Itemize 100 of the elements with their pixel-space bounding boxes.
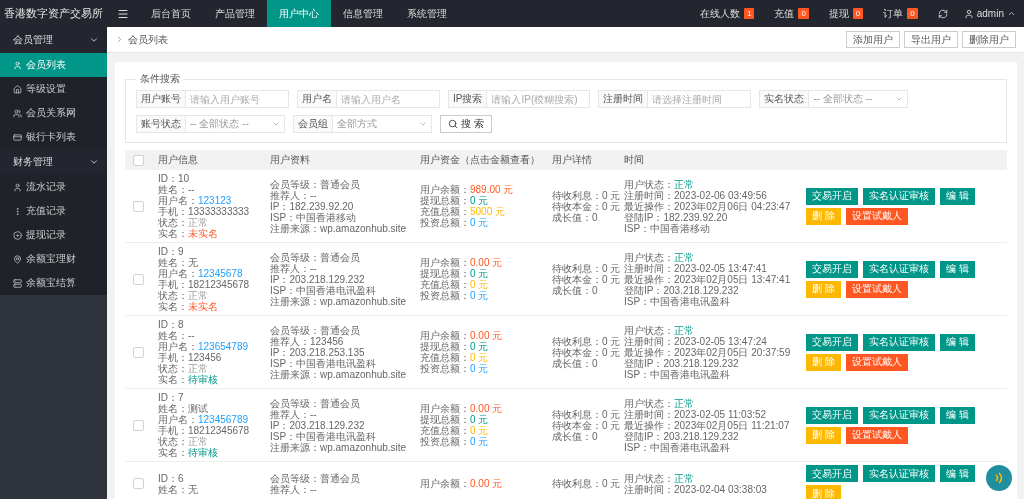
table-cell: IP：203.218.129.232 [270, 419, 365, 431]
table-cell[interactable]: 用户名：123456789 [158, 414, 249, 425]
checkbox[interactable] [133, 419, 144, 431]
column-header: 用户信息 [157, 153, 199, 167]
table-cell: 会员等级：普通会员 [270, 397, 360, 409]
sidebar-group[interactable]: 会员管理 [0, 27, 107, 53]
stat-label[interactable]: 充值 [774, 6, 795, 21]
table-cell: 待收利息：0 元 [552, 335, 621, 347]
table-cell: 登陆IP：203.218.129.232 [624, 430, 739, 442]
table-cell: 用户状态：正常 [624, 178, 694, 190]
table-cell: 姓名：-- [158, 184, 195, 195]
checkbox[interactable] [133, 273, 144, 285]
field-label: 用户账号 [136, 90, 185, 108]
table-cell: 提现总额：0 元 [420, 414, 489, 425]
action-button[interactable]: 设置试戴人 [845, 280, 908, 298]
input-field[interactable]: 请输入用户名 [336, 90, 440, 108]
table-cell: ISP：中国香港电讯盈科 [624, 368, 731, 380]
action-button[interactable]: 编 辑 [940, 187, 975, 205]
caret-icon [272, 120, 280, 128]
caret-icon [419, 120, 427, 128]
action-button[interactable]: 编 辑 [940, 260, 975, 278]
table-cell[interactable]: 用户名：12345678 [158, 268, 243, 279]
refresh-icon[interactable] [937, 8, 948, 19]
table-cell: 注册时间：2023-02-05 13:47:41 [624, 262, 767, 274]
action-button[interactable]: 设置试戴人 [845, 426, 908, 444]
nav-tab[interactable]: 信息管理 [331, 0, 395, 27]
column-header: 用户资料 [269, 153, 311, 167]
checkbox[interactable] [133, 200, 144, 212]
table-cell: 状态：正常 [158, 217, 208, 228]
users-icon [13, 108, 22, 118]
table-cell: 用户状态：正常 [624, 324, 694, 336]
search-button[interactable]: 搜 索 [440, 115, 492, 133]
table-cell: 用户状态：正常 [624, 397, 694, 409]
checkbox[interactable] [133, 346, 144, 358]
menu-icon[interactable] [117, 7, 129, 20]
table-cell[interactable]: 用户名：123123 [158, 195, 232, 206]
table-cell: 登陆IP：182.239.92.20 [624, 211, 728, 223]
action-button[interactable]: 编 辑 [940, 333, 975, 351]
table-cell: 注册时间：2023-02-05 11:03:52 [624, 408, 767, 420]
table-cell: ISP：中国香港电讯盈科 [270, 357, 377, 369]
sidebar-group[interactable]: 财务管理 [0, 149, 107, 175]
action-button[interactable]: 实名认证审核 [863, 260, 935, 278]
select-field[interactable]: -- 全部状态 -- [808, 90, 909, 108]
nav-tab[interactable]: 系统管理 [395, 0, 459, 27]
action-button[interactable]: 编 辑 [940, 406, 975, 424]
stat-label[interactable]: 提现 [828, 6, 849, 21]
nav-tab[interactable]: 后台首页 [139, 0, 203, 27]
table-cell: 用户余额：0.00 元 [420, 403, 503, 414]
chevron-icon [89, 35, 99, 45]
count-badge: 1 [743, 8, 755, 19]
action-button[interactable]: 实名认证审核 [863, 406, 935, 424]
table-cell: 注册来源：wp.amazonhub.site [270, 441, 407, 453]
table-cell: 实名：待审核 [158, 447, 218, 458]
table-cell: 待收本金：0 元 [552, 273, 621, 285]
select-field[interactable]: 全部方式 [332, 115, 432, 133]
table-cell: ISP：中国香港移动 [624, 222, 711, 234]
checkbox[interactable] [133, 478, 144, 489]
sidebar-item[interactable]: 会员列表 [0, 53, 107, 77]
input-field[interactable]: 请输入IP(模糊搜索) [486, 90, 591, 108]
table-cell: 推荐人：-- [270, 483, 317, 495]
table-cell: 推荐人：-- [270, 262, 317, 274]
action-button[interactable]: 设置试戴人 [845, 207, 908, 225]
table-cell: 最近操作：2023年02月06日 04:23:47 [624, 200, 791, 212]
table-cell[interactable]: 用户名：123654789 [158, 341, 249, 352]
header-button[interactable]: 导出用户 [904, 31, 958, 48]
input-field[interactable]: 请选择注册时间 [647, 90, 752, 108]
action-button[interactable]: 交易开启 [806, 260, 858, 278]
table-cell: 注册来源：wp.amazonhub.site [270, 222, 407, 234]
table-cell: ISP：中国香港移动 [270, 211, 357, 223]
action-button[interactable]: 交易开启 [806, 465, 858, 482]
table-cell: 手机：18212345678 [158, 425, 250, 436]
caret-icon [1007, 9, 1016, 18]
nav-tab[interactable]: 产品管理 [203, 0, 267, 27]
action-button[interactable]: 交易开启 [806, 406, 858, 424]
nav-tab[interactable]: 用户中心 [267, 0, 331, 27]
table-cell: 用户余额：0.00 元 [420, 478, 503, 489]
table-cell: 投资总额：0 元 [420, 290, 489, 301]
action-button[interactable]: 交易开启 [806, 187, 858, 205]
stat-label[interactable]: 在线人数 [699, 6, 740, 21]
table-cell: 成长值：0 [552, 211, 598, 223]
sound-wave-icon [994, 472, 1004, 484]
table-cell: 推荐人：123456 [270, 335, 344, 347]
action-button[interactable]: 设置试戴人 [845, 353, 908, 371]
action-button[interactable]: 实名认证审核 [863, 465, 935, 482]
server-icon [13, 278, 22, 288]
checkbox[interactable] [133, 154, 144, 166]
field-label: 用户名 [297, 90, 336, 108]
header-button[interactable]: 添加用户 [846, 31, 900, 48]
input-field[interactable]: 请输入用户账号 [185, 90, 289, 108]
action-button[interactable]: 交易开启 [806, 333, 858, 351]
table-cell: ID：6 [158, 472, 184, 484]
table-cell: 实名：未实名 [158, 301, 218, 312]
user-icon [13, 182, 22, 192]
action-button[interactable]: 实名认证审核 [863, 187, 935, 205]
header-button[interactable]: 删除用户 [962, 31, 1016, 48]
select-field[interactable]: -- 全部状态 -- [185, 115, 285, 133]
stat-label[interactable]: 订单 [883, 6, 904, 21]
action-button[interactable]: 实名认证审核 [863, 333, 935, 351]
action-button[interactable]: 编 辑 [940, 465, 975, 482]
user-menu[interactable]: admin [957, 0, 1024, 27]
